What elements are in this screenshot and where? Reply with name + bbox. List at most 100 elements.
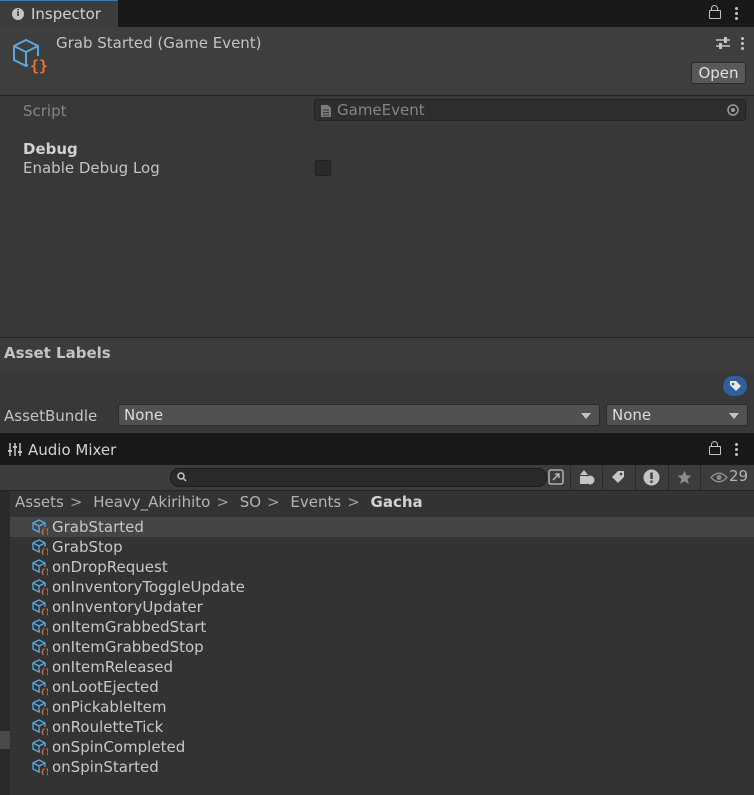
inspector-body bbox=[0, 96, 754, 337]
file-list-item[interactable]: {}onLootEjected bbox=[10, 677, 754, 697]
game-event-icon: {} bbox=[32, 659, 48, 675]
star-icon bbox=[677, 470, 692, 484]
file-name: onSpinStarted bbox=[52, 758, 159, 776]
asset-labels-bar[interactable]: Asset Labels bbox=[0, 337, 754, 372]
chevron-down-icon bbox=[581, 413, 591, 419]
file-list-item[interactable]: {}GrabStarted bbox=[10, 517, 754, 537]
svg-text:{}: {} bbox=[41, 668, 49, 676]
file-name: onInventoryUpdater bbox=[52, 598, 203, 616]
assetbundle-value: None bbox=[124, 406, 164, 424]
game-event-icon: {} bbox=[32, 619, 48, 635]
svg-text:{}: {} bbox=[41, 588, 49, 596]
file-list-item[interactable]: {}onDropRequest bbox=[10, 557, 754, 577]
file-list-item[interactable]: {}GrabStop bbox=[10, 537, 754, 557]
hidden-count: 29 bbox=[729, 467, 749, 485]
file-name: onItemGrabbedStart bbox=[52, 618, 207, 636]
script-value: GameEvent bbox=[337, 101, 425, 119]
game-event-icon: {} bbox=[32, 639, 48, 655]
game-event-icon: {} bbox=[32, 579, 48, 595]
breadcrumb-item[interactable]: SO bbox=[240, 493, 261, 511]
breadcrumb-item[interactable]: Assets bbox=[15, 493, 64, 511]
shapes-icon bbox=[580, 470, 595, 485]
chevron-down-icon bbox=[729, 413, 739, 419]
svg-text:{}: {} bbox=[41, 568, 49, 576]
more-menu-icon[interactable] bbox=[735, 7, 738, 10]
game-event-icon: {} bbox=[32, 739, 48, 755]
preset-settings-icon[interactable] bbox=[716, 37, 730, 49]
file-name: GrabStarted bbox=[52, 518, 144, 536]
chevron-right-icon: > bbox=[267, 493, 280, 511]
tab-audio-mixer[interactable]: Audio Mixer bbox=[28, 441, 116, 459]
game-event-icon: {} bbox=[32, 759, 48, 775]
debug-section-header: Debug bbox=[23, 140, 78, 158]
tag-icon bbox=[612, 471, 624, 483]
svg-text:{}: {} bbox=[41, 548, 49, 556]
script-file-icon bbox=[321, 105, 331, 117]
folder-tree-edge bbox=[0, 491, 10, 795]
file-name: onSpinCompleted bbox=[52, 738, 186, 756]
tab-inspector-label: Inspector bbox=[31, 5, 101, 23]
breadcrumb-item[interactable]: Events bbox=[290, 493, 341, 511]
svg-text:{}: {} bbox=[41, 688, 49, 696]
assetbundle-label: AssetBundle bbox=[4, 407, 98, 425]
file-name: onDropRequest bbox=[52, 558, 168, 576]
game-event-icon: {} bbox=[32, 559, 48, 575]
svg-text:{}: {} bbox=[30, 57, 48, 74]
game-event-icon: {} bbox=[32, 519, 48, 535]
file-name: onPickableItem bbox=[52, 698, 167, 716]
svg-text:{}: {} bbox=[41, 528, 49, 536]
file-list-item[interactable]: {}onInventoryUpdater bbox=[10, 597, 754, 617]
object-picker-icon[interactable] bbox=[727, 104, 739, 116]
lock-icon[interactable] bbox=[709, 5, 721, 19]
filter-by-label-button[interactable] bbox=[602, 465, 633, 490]
filter-by-type-errors-button[interactable] bbox=[635, 465, 666, 490]
game-event-icon: {} bbox=[32, 679, 48, 695]
svg-text:{}: {} bbox=[41, 608, 49, 616]
file-list-item[interactable]: {}onRouletteTick bbox=[10, 717, 754, 737]
chevron-right-icon: > bbox=[347, 493, 360, 511]
debug-log-label: Enable Debug Log bbox=[23, 159, 160, 177]
enable-debug-log-checkbox[interactable] bbox=[315, 160, 331, 176]
svg-text:{}: {} bbox=[41, 708, 49, 716]
breadcrumb-current[interactable]: Gacha bbox=[371, 493, 423, 511]
file-list-item[interactable]: {}onPickableItem bbox=[10, 697, 754, 717]
file-name: onRouletteTick bbox=[52, 718, 164, 736]
tab-inspector[interactable]: i Inspector bbox=[0, 0, 118, 28]
asset-labels-title: Asset Labels bbox=[4, 344, 111, 362]
favorites-button[interactable] bbox=[668, 465, 699, 490]
file-list-item[interactable]: {}onItemGrabbedStop bbox=[10, 637, 754, 657]
game-event-icon: {} bbox=[32, 699, 48, 715]
svg-text:{}: {} bbox=[41, 768, 49, 776]
file-list-item[interactable]: {}onSpinStarted bbox=[10, 757, 754, 777]
game-event-icon: {} bbox=[32, 719, 48, 735]
file-name: onLootEjected bbox=[52, 678, 159, 696]
svg-text:{}: {} bbox=[41, 648, 49, 656]
assetbundle-dropdown[interactable]: None bbox=[118, 404, 600, 426]
file-name: onItemGrabbedStop bbox=[52, 638, 204, 656]
page-title: Grab Started (Game Event) bbox=[56, 34, 262, 52]
open-button[interactable]: Open bbox=[691, 62, 746, 84]
filter-by-type-button[interactable] bbox=[570, 465, 601, 490]
file-list-item[interactable]: {}onItemReleased bbox=[10, 657, 754, 677]
script-field[interactable]: GameEvent bbox=[314, 99, 746, 121]
file-list-item[interactable]: {}onSpinCompleted bbox=[10, 737, 754, 757]
folder-tree-selection bbox=[0, 731, 10, 749]
file-name: onInventoryToggleUpdate bbox=[52, 578, 245, 596]
breadcrumb-item[interactable]: Heavy_Akirihito bbox=[93, 493, 210, 511]
header-more-icon[interactable] bbox=[741, 37, 744, 40]
variant-value: None bbox=[612, 406, 652, 424]
assetbundle-variant-dropdown[interactable]: None bbox=[606, 404, 748, 426]
alert-icon bbox=[643, 469, 660, 486]
file-list-item[interactable]: {}onInventoryToggleUpdate bbox=[10, 577, 754, 597]
file-list-item[interactable]: {}onItemGrabbedStart bbox=[10, 617, 754, 637]
svg-text:{}: {} bbox=[41, 728, 49, 736]
mixer-more-icon[interactable] bbox=[735, 443, 738, 446]
search-scope-icon[interactable] bbox=[548, 469, 564, 485]
search-input[interactable] bbox=[170, 468, 547, 487]
mixer-lock-icon[interactable] bbox=[709, 441, 721, 455]
eye-icon bbox=[710, 472, 728, 483]
chevron-right-icon: > bbox=[69, 493, 83, 511]
label-tag-icon[interactable] bbox=[723, 376, 747, 396]
hidden-packages-button[interactable]: 29 bbox=[700, 465, 754, 490]
breadcrumb: Assets > Heavy_Akirihito > SO > Events > Gac… bbox=[15, 493, 429, 511]
